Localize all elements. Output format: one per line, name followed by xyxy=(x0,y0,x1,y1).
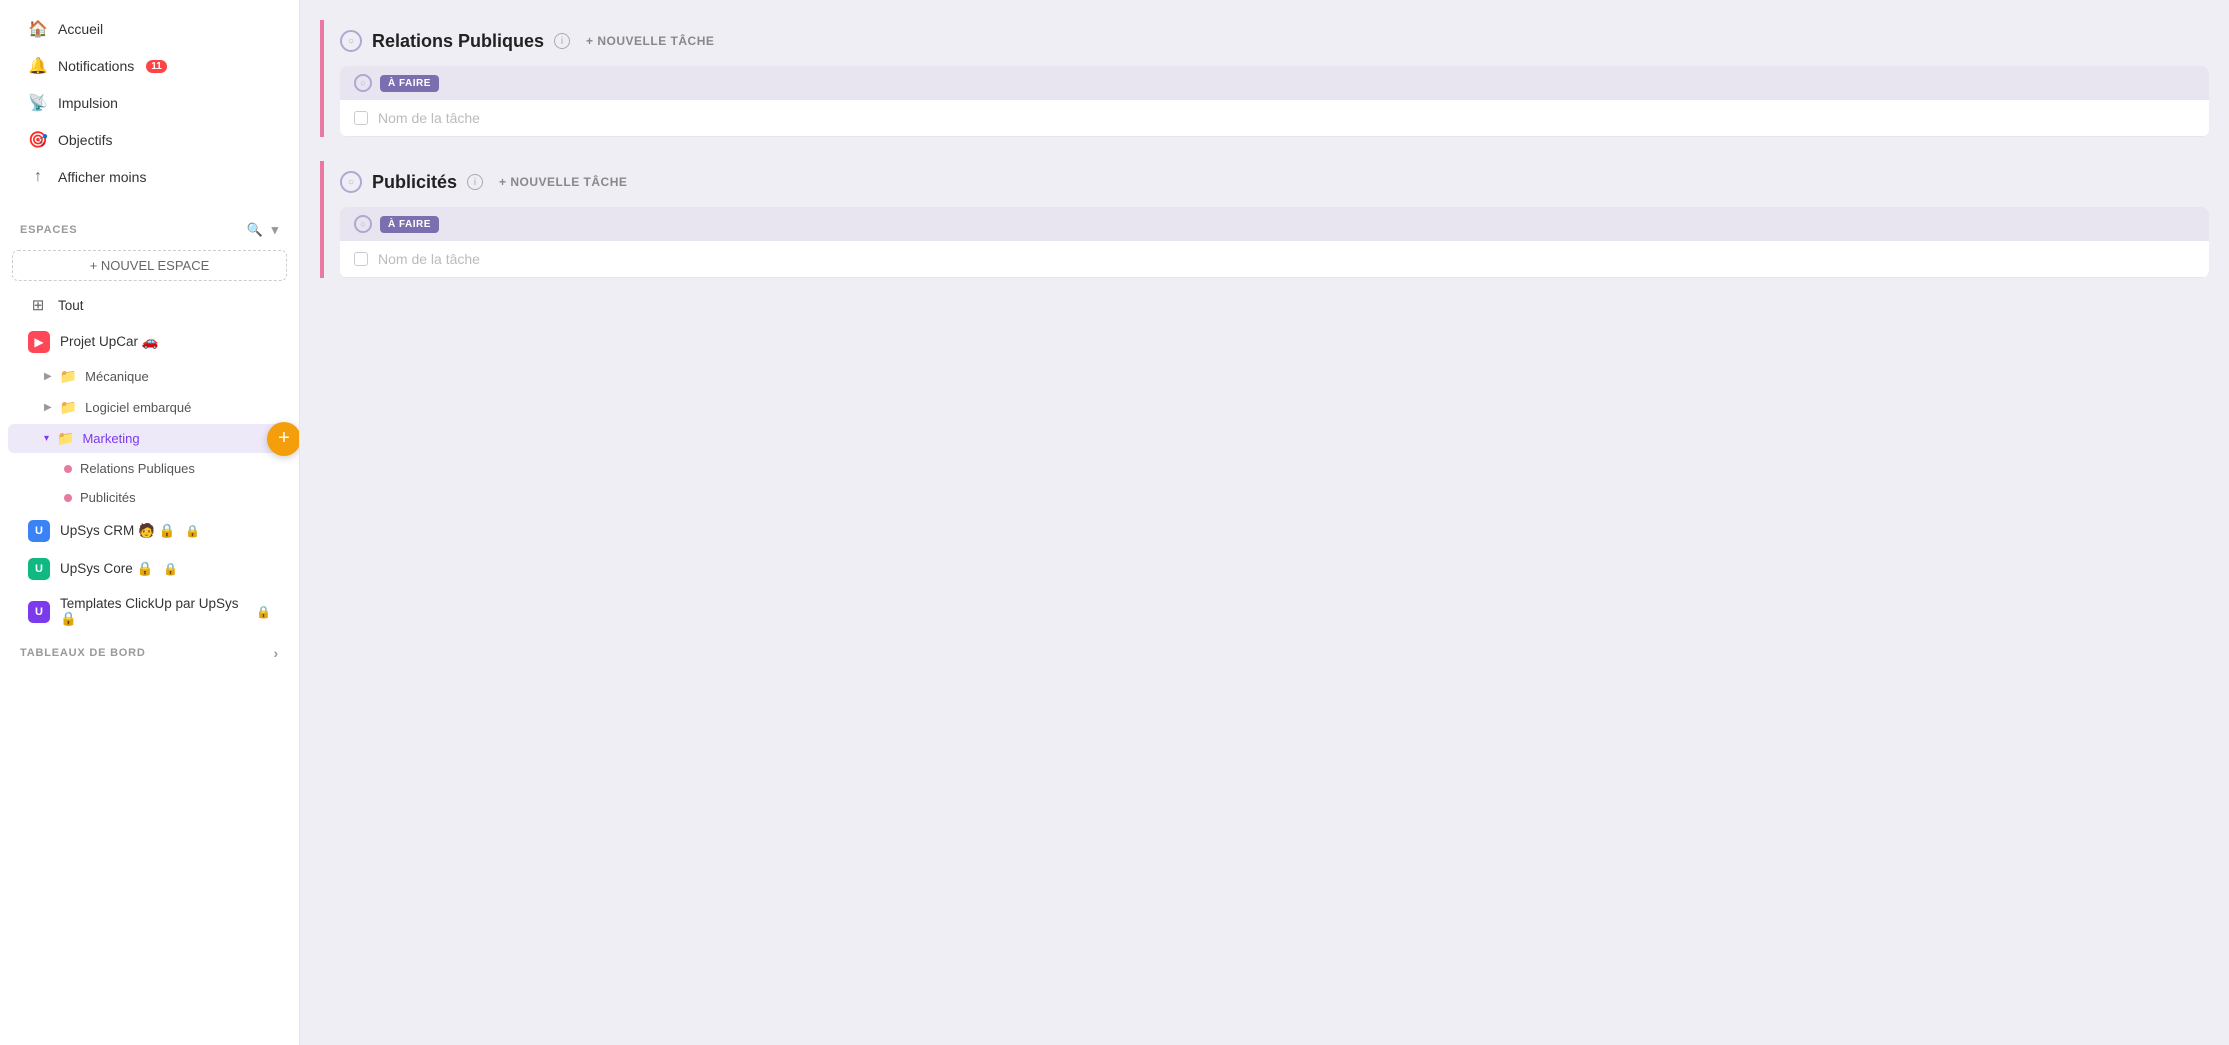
sidebar-item-accueil-label: Accueil xyxy=(58,21,103,37)
main-content: ○ Relations Publiques i + NOUVELLE TÂCHE… xyxy=(300,0,2229,1045)
projet-upcar-icon: ▶ xyxy=(28,331,50,353)
collapse-group-relations-button[interactable]: ○ xyxy=(354,74,372,92)
espaces-section-header: ESPACES 🔍 ▾ xyxy=(0,206,299,244)
relations-dot-icon xyxy=(64,465,72,473)
sidebar-item-tout[interactable]: ⊞ Tout xyxy=(8,288,291,322)
chevron-down-icon[interactable]: ▾ xyxy=(272,222,279,238)
section-title-row-publicites: ○ Publicités i + NOUVELLE TÂCHE xyxy=(340,161,2209,207)
sidebar-item-projet-upcar[interactable]: ▶ Projet UpCar 🚗 + xyxy=(8,324,291,360)
task-name-placeholder-publicites[interactable]: Nom de la tâche xyxy=(378,251,480,267)
sidebar-item-publicites[interactable]: Publicités xyxy=(8,484,291,511)
sidebar: 🏠 Accueil 🔔 Notifications 11 📡 Impulsion… xyxy=(0,0,300,1045)
folder-icon-logiciel: 📁 xyxy=(60,399,77,416)
task-group-a-faire-publicites: ○ À FAIRE Nom de la tâche xyxy=(340,207,2209,278)
sidebar-item-marketing[interactable]: ▾ 📁 Marketing + xyxy=(8,424,291,453)
pulse-icon: 📡 xyxy=(28,93,48,113)
sidebar-marketing-label: Marketing xyxy=(82,431,139,446)
sidebar-item-templates[interactable]: U Templates ClickUp par UpSys 🔒 🔒 xyxy=(8,589,291,634)
task-group-a-faire-relations: ○ À FAIRE Nom de la tâche xyxy=(340,66,2209,137)
sidebar-templates-label: Templates ClickUp par UpSys 🔒 xyxy=(60,596,246,627)
tableaux-label: TABLEAUX DE BORD xyxy=(20,647,146,659)
sidebar-item-logiciel-embarque[interactable]: ▶ 📁 Logiciel embarqué xyxy=(8,393,291,422)
table-row: Nom de la tâche xyxy=(340,241,2209,277)
logiciel-chevron-icon: ▶ xyxy=(44,402,52,413)
espaces-label: ESPACES xyxy=(20,224,77,236)
sidebar-item-impulsion[interactable]: 📡 Impulsion xyxy=(8,85,291,121)
section-relations-publiques: ○ Relations Publiques i + NOUVELLE TÂCHE… xyxy=(320,20,2209,137)
upsys-crm-icon: U xyxy=(28,520,50,542)
sidebar-logiciel-label: Logiciel embarqué xyxy=(85,400,191,415)
sidebar-item-objectifs-label: Objectifs xyxy=(58,132,112,148)
sidebar-relations-label: Relations Publiques xyxy=(80,461,195,476)
info-icon-publicites[interactable]: i xyxy=(467,174,483,190)
section-name-publicites: Publicités xyxy=(372,172,457,193)
folder-icon-marketing: 📁 xyxy=(57,430,74,447)
collapse-icon-relations: ○ xyxy=(348,36,354,47)
sidebar-item-upsys-core[interactable]: U UpSys Core 🔒 🔒 xyxy=(8,551,291,587)
sidebar-tout-label: Tout xyxy=(58,298,84,313)
new-task-button-relations[interactable]: + NOUVELLE TÂCHE xyxy=(580,31,720,51)
templates-icon: U xyxy=(28,601,50,623)
section-name-relations: Relations Publiques xyxy=(372,31,544,52)
publicites-dot-icon xyxy=(64,494,72,502)
lock-icon-core: 🔒 xyxy=(163,562,178,576)
sidebar-item-objectifs[interactable]: 🎯 Objectifs xyxy=(8,122,291,158)
sidebar-tableaux-section[interactable]: TABLEAUX DE BORD › xyxy=(0,635,299,671)
sidebar-publicites-label: Publicités xyxy=(80,490,136,505)
task-name-placeholder[interactable]: Nom de la tâche xyxy=(378,110,480,126)
table-row: Nom de la tâche xyxy=(340,100,2209,136)
bell-icon: 🔔 xyxy=(28,56,48,76)
sidebar-item-relations-publiques[interactable]: Relations Publiques xyxy=(8,455,291,482)
section-title-row-relations: ○ Relations Publiques i + NOUVELLE TÂCHE xyxy=(340,20,2209,66)
new-task-button-publicites[interactable]: + NOUVELLE TÂCHE xyxy=(493,172,633,192)
status-badge-relations: À FAIRE xyxy=(380,75,439,92)
new-space-button[interactable]: + NOUVEL ESPACE xyxy=(12,250,287,281)
sidebar-item-upsys-crm[interactable]: U UpSys CRM 🧑 🔒 🔒 xyxy=(8,513,291,549)
task-group-header-publicites: ○ À FAIRE xyxy=(340,207,2209,241)
marketing-float-add-button[interactable]: + xyxy=(267,422,300,456)
sidebar-item-mecanique[interactable]: ▶ 📁 Mécanique xyxy=(8,362,291,391)
task-group-header-relations: ○ À FAIRE xyxy=(340,66,2209,100)
sidebar-item-notifications-label: Notifications xyxy=(58,58,134,74)
status-badge-publicites: À FAIRE xyxy=(380,216,439,233)
task-checkbox[interactable] xyxy=(354,111,368,125)
folder-icon-mecanique: 📁 xyxy=(60,368,77,385)
mecanique-chevron-icon: ▶ xyxy=(44,371,52,382)
tableaux-chevron-icon: › xyxy=(274,645,279,661)
sidebar-item-notifications[interactable]: 🔔 Notifications 11 xyxy=(8,48,291,84)
section-publicites: ○ Publicités i + NOUVELLE TÂCHE ○ À FAIR… xyxy=(320,161,2209,278)
sidebar-nav: 🏠 Accueil 🔔 Notifications 11 📡 Impulsion… xyxy=(0,0,299,206)
lock-icon-templates: 🔒 xyxy=(256,605,271,619)
search-icon[interactable]: 🔍 xyxy=(247,222,264,238)
grid-icon: ⊞ xyxy=(28,295,48,315)
target-icon: 🎯 xyxy=(28,130,48,150)
sidebar-projet-upcar-label: Projet UpCar 🚗 xyxy=(60,334,159,350)
info-icon-relations[interactable]: i xyxy=(554,33,570,49)
collapse-icon-publicites: ○ xyxy=(348,177,354,188)
marketing-chevron-icon: ▾ xyxy=(44,433,49,444)
sidebar-item-afficher-moins-label: Afficher moins xyxy=(58,169,146,185)
task-checkbox-publicites[interactable] xyxy=(354,252,368,266)
espaces-header-icons: 🔍 ▾ xyxy=(247,222,279,238)
home-icon: 🏠 xyxy=(28,19,48,39)
collapse-publicites-button[interactable]: ○ xyxy=(340,171,362,193)
notifications-badge: 11 xyxy=(146,60,167,73)
sidebar-item-accueil[interactable]: 🏠 Accueil xyxy=(8,11,291,47)
sidebar-upsys-core-label: UpSys Core 🔒 xyxy=(60,561,153,577)
sidebar-item-impulsion-label: Impulsion xyxy=(58,95,118,111)
upsys-core-icon: U xyxy=(28,558,50,580)
sidebar-mecanique-label: Mécanique xyxy=(85,369,149,384)
collapse-relations-button[interactable]: ○ xyxy=(340,30,362,52)
collapse-group-publicites-button[interactable]: ○ xyxy=(354,215,372,233)
lock-icon-crm: 🔒 xyxy=(185,524,200,538)
sidebar-upsys-crm-label: UpSys CRM 🧑 🔒 xyxy=(60,523,175,539)
sidebar-item-afficher-moins[interactable]: ↑ Afficher moins xyxy=(8,159,291,195)
up-arrow-icon: ↑ xyxy=(28,167,48,187)
